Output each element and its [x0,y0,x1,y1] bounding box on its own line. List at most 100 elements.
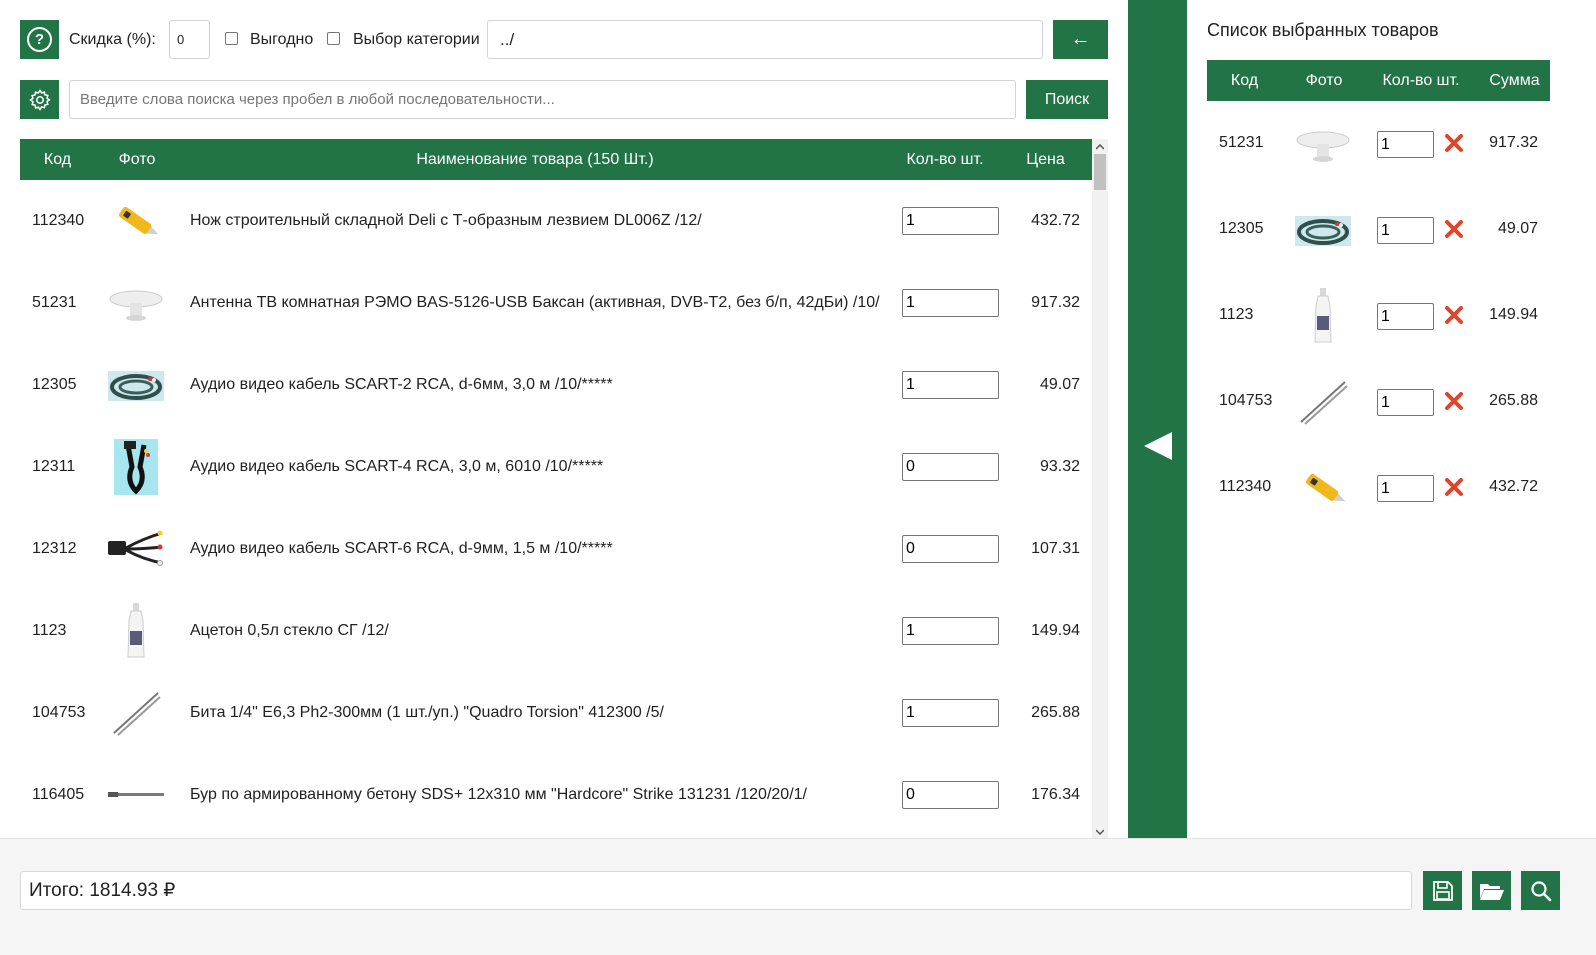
help-button[interactable]: ? [20,20,59,59]
qty-input[interactable] [902,207,999,235]
selected-qty-input[interactable] [1377,303,1434,330]
qty-input[interactable] [902,617,999,645]
knife-photo [118,206,159,235]
knife-photo [1305,473,1346,502]
save-button[interactable] [1423,871,1462,910]
qty-input[interactable] [902,781,999,809]
product-name: Нож строительный складной Deli с Т-образ… [190,212,702,229]
question-icon: ? [27,27,52,52]
product-code: 12305 [32,376,77,393]
scrollbar-thumb[interactable] [1094,154,1106,190]
sel-col-photo-header: Фото [1305,71,1343,89]
selected-sum: 265.88 [1489,392,1538,409]
delete-icon[interactable] [1443,476,1465,498]
selected-table-header: Код Фото Кол-во шт. Сумма [1207,60,1550,101]
delete-icon[interactable] [1443,304,1465,326]
col-qty-header: Кол-во шт. [906,150,984,168]
profitable-label: Выгодно [250,31,314,48]
panel-toggle[interactable] [1128,0,1187,838]
col-price-header: Цена [1026,150,1065,168]
selected-qty-input[interactable] [1377,389,1434,416]
products-scrollbar[interactable] [1092,139,1108,839]
cable-black-photo [114,439,158,495]
find-button[interactable] [1521,871,1560,910]
bit-photo [113,692,161,736]
category-label: Выбор категории [353,31,480,48]
selected-code: 12305 [1219,220,1264,237]
category-checkbox[interactable] [327,32,340,45]
discount-input[interactable] [169,20,210,59]
product-name: Антенна ТВ комнатная РЭМО BAS-5126-USB Б… [190,294,880,311]
product-code: 12311 [32,458,76,475]
product-name: Бур по армированному бетону SDS+ 12x310 … [190,786,807,803]
gear-icon [28,88,51,111]
table-row[interactable]: 12305 Аудио видео кабель SCART-2 RCA, d-… [20,344,1092,426]
scroll-up-icon[interactable] [1092,139,1108,154]
product-price: 265.88 [1031,704,1080,721]
table-row[interactable]: 116405 Бур по армированному бетону SDS+ … [20,754,1092,836]
qty-input[interactable] [902,535,999,563]
product-code: 116405 [32,786,85,803]
sel-col-sum-header: Сумма [1489,71,1540,89]
selected-sum: 432.72 [1489,478,1538,495]
sel-col-qty-header: Кол-во шт. [1382,71,1460,89]
table-row[interactable]: 112340 Нож строительный складной Deli с … [20,180,1092,262]
open-button[interactable] [1472,871,1511,910]
scart-cable-photo [108,530,163,566]
selected-row: 12305 49.07 [1207,187,1550,273]
product-price: 107.31 [1031,540,1080,557]
product-price: 149.94 [1031,622,1080,639]
drill-photo [108,792,164,797]
selected-sum: 49.07 [1497,220,1538,237]
selected-row: 112340 432.72 [1207,445,1550,531]
bottle-photo [1314,288,1332,343]
table-row[interactable]: 12312 Аудио видео кабель SCART-6 RCA, d-… [20,508,1092,590]
selected-qty-input[interactable] [1377,131,1434,158]
table-row[interactable]: 12311 Аудио видео кабель SCART-4 RCA, 3,… [20,426,1092,508]
search-button[interactable]: Поиск [1026,80,1108,119]
qty-input[interactable] [902,289,999,317]
product-code: 12312 [32,540,77,557]
profitable-checkbox[interactable] [225,32,238,45]
products-table-header: Код Фото Наименование товара (150 Шт.) К… [20,139,1092,180]
qty-input[interactable] [902,699,999,727]
qty-input[interactable] [902,371,999,399]
selected-code: 112340 [1219,478,1272,495]
delete-icon[interactable] [1443,218,1465,240]
footer-bar: Итого: 1814.93 ₽ [0,838,1596,955]
product-price: 176.34 [1031,786,1080,803]
product-name: Аудио видео кабель SCART-6 RCA, d-9мм, 1… [190,540,613,557]
product-price: 93.32 [1039,458,1080,475]
product-name: Бита 1/4" E6,3 Ph2-300мм (1 шт./уп.) "Qu… [190,704,664,721]
table-row[interactable]: 1123 Ацетон 0,5л стекло СГ /12/ 149.94 [20,590,1092,672]
cable-coil-photo [108,371,164,401]
bottle-photo [127,603,145,658]
delete-icon[interactable] [1443,390,1465,412]
col-photo-header: Фото [118,150,156,168]
selected-qty-input[interactable] [1377,217,1434,244]
scroll-down-icon[interactable] [1092,824,1108,839]
selected-code: 104753 [1219,392,1273,409]
back-button[interactable]: ← [1053,20,1108,59]
bit-photo [1300,381,1348,425]
products-table-body: 112340 Нож строительный складной Deli с … [20,180,1092,838]
selected-qty-input[interactable] [1377,475,1434,502]
qty-input[interactable] [902,453,999,481]
delete-icon[interactable] [1443,132,1465,154]
search-icon [1530,880,1551,901]
search-input[interactable] [69,80,1016,119]
selected-sum: 149.94 [1489,306,1538,323]
category-path-input[interactable] [487,20,1043,59]
sel-col-code-header: Код [1230,71,1259,89]
antenna-photo [1296,131,1350,162]
col-name-header: Наименование товара (150 Шт.) [416,150,654,168]
table-row[interactable]: 104753 Бита 1/4" E6,3 Ph2-300мм (1 шт./у… [20,672,1092,754]
product-price: 917.32 [1031,294,1080,311]
product-price: 49.07 [1039,376,1080,393]
antenna-photo [109,290,163,321]
triangle-left-icon [1144,432,1172,460]
settings-button[interactable] [20,80,59,119]
product-name: Ацетон 0,5л стекло СГ /12/ [190,622,389,639]
product-price: 432.72 [1031,212,1080,229]
table-row[interactable]: 51231 Антенна ТВ комнатная РЭМО BAS-5126… [20,262,1092,344]
